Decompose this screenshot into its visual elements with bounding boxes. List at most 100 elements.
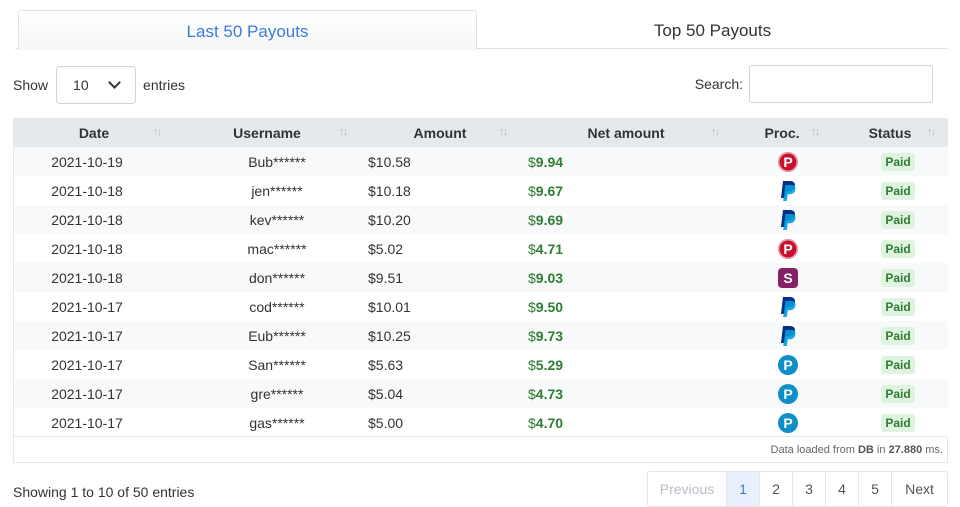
cell-date: 2021-10-18 — [51, 211, 123, 228]
cell-processor — [732, 321, 832, 350]
cell-amount: $10.18 — [368, 182, 411, 199]
cell-status: Paid — [832, 205, 948, 234]
column-header-processor[interactable]: Proc. ↑↓ — [732, 118, 832, 147]
entries-select-value: 10 — [73, 77, 89, 93]
table-row: 2021-10-18 don****** $9.51 $9.03 S Paid — [14, 263, 948, 292]
table-row: 2021-10-18 jen****** $10.18 $9.67 Paid — [14, 176, 948, 205]
cell-date: 2021-10-19 — [51, 153, 123, 170]
data-load-note: Data loaded from DB in 27.880 ms. — [770, 444, 943, 456]
status-badge: Paid — [881, 210, 915, 229]
table-row: 2021-10-17 gas****** $5.00 $4.70 P Paid — [14, 408, 948, 437]
table-row: 2021-10-18 kev****** $10.20 $9.69 Paid — [14, 205, 948, 234]
cell-date: 2021-10-18 — [51, 240, 123, 257]
cell-net-amount: $4.73 — [528, 385, 564, 402]
table-row: 2021-10-17 cod****** $10.01 $9.50 Paid — [14, 292, 948, 321]
cell-processor — [732, 292, 832, 321]
page-button-5[interactable]: 5 — [858, 472, 891, 506]
entries-select[interactable]: 10 — [56, 66, 137, 104]
column-header-username[interactable]: Username ↑↓ — [174, 118, 360, 147]
show-label: Show — [13, 77, 49, 93]
cell-status: Paid — [832, 234, 948, 263]
table-row: 2021-10-17 San****** $5.63 $5.29 P Paid — [14, 350, 948, 379]
table-row: 2021-10-17 Eub****** $10.25 $9.73 Paid — [14, 321, 948, 350]
payout-tabs: Last 50 Payouts Top 50 Payouts — [15, 10, 948, 50]
page-button-1[interactable]: 1 — [726, 472, 759, 506]
status-badge: Paid — [881, 355, 915, 374]
search-input[interactable] — [749, 65, 933, 103]
cell-date: 2021-10-17 — [51, 298, 123, 315]
cell-processor: P — [732, 234, 832, 263]
cell-processor — [732, 176, 832, 205]
status-badge: Paid — [881, 413, 915, 432]
cell-net-amount: $5.29 — [528, 356, 564, 373]
cell-net-amount: $4.71 — [528, 240, 564, 257]
cell-status: Paid — [832, 350, 948, 379]
sort-icon: ↑↓ — [499, 126, 508, 138]
cell-processor: P — [732, 147, 832, 176]
cell-username: don****** — [248, 269, 306, 286]
sort-icon: ↑↓ — [711, 126, 720, 138]
table-info: Showing 1 to 10 of 50 entries — [13, 484, 195, 500]
cell-status: Paid — [832, 408, 948, 437]
cell-status: Paid — [832, 321, 948, 350]
column-header-amount[interactable]: Amount ↑↓ — [360, 118, 520, 147]
tab-top-50-payouts[interactable]: Top 50 Payouts — [477, 10, 948, 49]
cell-status: Paid — [832, 176, 948, 205]
tab-last-50-payouts[interactable]: Last 50 Payouts — [18, 10, 477, 50]
status-badge: Paid — [881, 326, 915, 345]
payouts-table: Date ↑↓ Username ↑↓ Amount ↑↓ Net amount ↑↓ … — [14, 118, 948, 437]
page-button-4[interactable]: 4 — [825, 472, 858, 506]
status-badge: Paid — [881, 297, 915, 316]
table-row: 2021-10-19 Bub****** $10.58 $9.94 P Paid — [14, 147, 948, 176]
cell-net-amount: $9.73 — [528, 327, 564, 344]
cell-net-amount: $4.70 — [528, 414, 564, 431]
cell-date: 2021-10-18 — [51, 182, 123, 199]
cell-amount: $5.00 — [368, 414, 404, 431]
cell-username: San****** — [248, 356, 306, 373]
entries-length-control: Show 10 entries — [13, 66, 185, 104]
pagination: Previous 1 2 3 4 5 Next — [647, 471, 948, 507]
cell-username: jen****** — [251, 182, 303, 199]
paypal-icon — [781, 180, 796, 201]
status-badge: Paid — [881, 384, 915, 403]
paypal-icon — [781, 325, 796, 346]
status-badge: Paid — [881, 239, 915, 258]
skrill-icon: S — [778, 267, 798, 288]
paysafe-icon: P — [778, 383, 798, 404]
cell-processor: S — [732, 263, 832, 292]
column-header-net-amount[interactable]: Net amount ↑↓ — [520, 118, 732, 147]
paysafe-icon: P — [778, 354, 798, 375]
cell-net-amount: $9.69 — [528, 211, 564, 228]
cell-username: kev****** — [249, 211, 305, 228]
cell-date: 2021-10-18 — [51, 269, 123, 286]
sort-icon: ↑↓ — [811, 126, 820, 138]
chevron-down-icon — [108, 76, 121, 89]
cell-net-amount: $9.94 — [528, 153, 564, 170]
cell-amount: $10.01 — [368, 298, 411, 315]
payeer-icon: P — [778, 238, 798, 259]
sort-icon: ↑↓ — [153, 126, 162, 138]
cell-date: 2021-10-17 — [51, 385, 123, 402]
search-control: Search: — [695, 65, 933, 103]
table-header-row: Date ↑↓ Username ↑↓ Amount ↑↓ Net amount ↑↓ … — [14, 118, 948, 147]
status-badge: Paid — [881, 181, 915, 200]
cell-processor: P — [732, 379, 832, 408]
cell-username: mac****** — [247, 240, 307, 257]
cell-amount: $9.51 — [368, 269, 404, 286]
cell-amount: $10.20 — [368, 211, 411, 228]
page-button-3[interactable]: 3 — [792, 472, 825, 506]
cell-net-amount: $9.50 — [528, 298, 564, 315]
previous-page-button[interactable]: Previous — [648, 472, 726, 506]
sort-icon: ↑↓ — [927, 126, 936, 138]
cell-status: Paid — [832, 147, 948, 176]
cell-processor — [732, 205, 832, 234]
cell-username: gas****** — [249, 414, 305, 431]
column-header-date[interactable]: Date ↑↓ — [14, 118, 174, 147]
cell-amount: $5.63 — [368, 356, 404, 373]
column-header-status[interactable]: Status ↑↓ — [832, 118, 948, 147]
cell-net-amount: $9.67 — [528, 182, 564, 199]
cell-amount: $5.04 — [368, 385, 404, 402]
next-page-button[interactable]: Next — [891, 472, 947, 506]
payouts-table-container: Date ↑↓ Username ↑↓ Amount ↑↓ Net amount ↑↓ … — [13, 118, 948, 463]
page-button-2[interactable]: 2 — [759, 472, 792, 506]
